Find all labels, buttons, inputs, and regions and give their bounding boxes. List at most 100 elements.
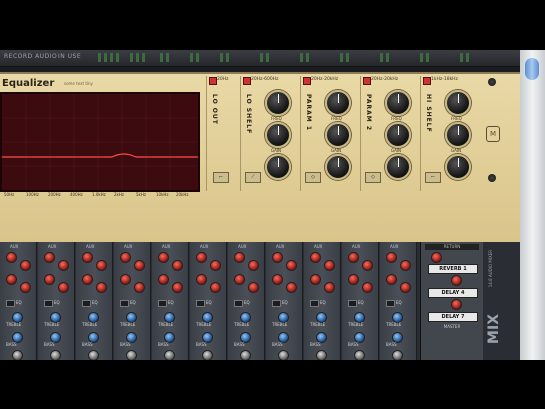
aux-send-knob[interactable] — [120, 252, 131, 263]
pan-knob[interactable] — [12, 350, 23, 360]
scrollbar-thumb[interactable] — [525, 58, 539, 80]
return-knob[interactable] — [451, 299, 462, 310]
band-enable-switch[interactable] — [303, 77, 311, 85]
pan-knob[interactable] — [278, 350, 289, 360]
vertical-scrollbar[interactable] — [520, 50, 545, 360]
band-label: LO OUT — [211, 94, 218, 125]
pan-knob[interactable] — [202, 350, 213, 360]
curve-mode-button[interactable]: ⌐ — [213, 172, 229, 183]
aux-send-knob[interactable] — [196, 252, 207, 263]
freq-knob[interactable] — [325, 90, 351, 116]
aux-send-knob[interactable] — [134, 282, 145, 293]
aux-send-knob[interactable] — [362, 260, 373, 271]
aux-send-knob[interactable] — [286, 282, 297, 293]
aux-send-knob[interactable] — [82, 252, 93, 263]
aux-send-knob[interactable] — [158, 252, 169, 263]
pan-knob[interactable] — [354, 350, 365, 360]
pan-knob[interactable] — [392, 350, 403, 360]
q-knob[interactable] — [265, 154, 291, 180]
eq-button[interactable] — [120, 300, 129, 307]
knob-label: GAIN — [391, 148, 402, 153]
q-knob[interactable] — [385, 154, 411, 180]
aux-send-knob[interactable] — [400, 260, 411, 271]
q-knob[interactable] — [445, 154, 471, 180]
eq-button[interactable] — [82, 300, 91, 307]
pan-knob[interactable] — [126, 350, 137, 360]
gain-knob[interactable] — [325, 122, 351, 148]
aux-send-knob[interactable] — [120, 274, 131, 285]
aux-send-knob[interactable] — [400, 282, 411, 293]
eq-button[interactable] — [44, 300, 53, 307]
gain-knob[interactable] — [385, 122, 411, 148]
aux-send-knob[interactable] — [6, 252, 17, 263]
aux-send-knob[interactable] — [210, 260, 221, 271]
return-knob[interactable] — [431, 252, 442, 263]
aux-send-knob[interactable] — [44, 274, 55, 285]
eq-response-graph[interactable] — [0, 92, 200, 192]
aux-send-knob[interactable] — [310, 252, 321, 263]
q-knob[interactable] — [325, 154, 351, 180]
freq-knob[interactable] — [445, 90, 471, 116]
aux-send-knob[interactable] — [362, 282, 373, 293]
gain-knob[interactable] — [445, 122, 471, 148]
aux-send-knob[interactable] — [324, 282, 335, 293]
aux-send-knob[interactable] — [158, 274, 169, 285]
aux-send-knob[interactable] — [134, 260, 145, 271]
aux-send-knob[interactable] — [310, 274, 321, 285]
pan-knob[interactable] — [88, 350, 99, 360]
freq-knob[interactable] — [385, 90, 411, 116]
eq-button[interactable] — [234, 300, 243, 307]
aux-send-knob[interactable] — [58, 260, 69, 271]
channel-strip: AUX EQ TREBLE BASS — [76, 242, 113, 360]
eq-button[interactable] — [6, 300, 15, 307]
eq-button[interactable] — [158, 300, 167, 307]
aux-send-knob[interactable] — [324, 260, 335, 271]
freq-knob[interactable] — [265, 90, 291, 116]
aux-send-knob[interactable] — [20, 260, 31, 271]
pan-knob[interactable] — [240, 350, 251, 360]
aux-send-knob[interactable] — [348, 252, 359, 263]
aux-send-knob[interactable] — [210, 282, 221, 293]
eq-button[interactable] — [348, 300, 357, 307]
band-param-1: 20Hz-20kHz PARAM 1 FREQ GAIN ◇ — [300, 76, 359, 191]
band-enable-switch[interactable] — [209, 77, 217, 85]
aux-send-knob[interactable] — [44, 252, 55, 263]
eq-button[interactable] — [310, 300, 319, 307]
curve-mode-button[interactable]: ⟋ — [245, 172, 261, 183]
eq-button[interactable] — [196, 300, 205, 307]
aux-send-knob[interactable] — [286, 260, 297, 271]
aux-send-knob[interactable] — [234, 274, 245, 285]
aux-send-knob[interactable] — [386, 274, 397, 285]
pan-knob[interactable] — [316, 350, 327, 360]
aux-send-knob[interactable] — [196, 274, 207, 285]
aux-send-knob[interactable] — [82, 274, 93, 285]
aux-send-knob[interactable] — [248, 260, 259, 271]
aux-send-knob[interactable] — [96, 282, 107, 293]
return-knob[interactable] — [451, 275, 462, 286]
eq-button[interactable] — [386, 300, 395, 307]
aux-send-knob[interactable] — [234, 252, 245, 263]
aux-send-knob[interactable] — [172, 282, 183, 293]
pan-knob[interactable] — [50, 350, 61, 360]
treble-label: TREBLE — [6, 322, 22, 327]
aux-send-knob[interactable] — [386, 252, 397, 263]
band-enable-switch[interactable] — [423, 77, 431, 85]
aux-send-knob[interactable] — [348, 274, 359, 285]
eq-button[interactable] — [272, 300, 281, 307]
aux-send-knob[interactable] — [172, 260, 183, 271]
band-enable-switch[interactable] — [243, 77, 251, 85]
curve-mode-button[interactable]: ⌐ — [425, 172, 441, 183]
curve-mode-button[interactable]: ◇ — [365, 172, 381, 183]
aux-send-knob[interactable] — [272, 274, 283, 285]
gain-knob[interactable] — [265, 122, 291, 148]
pan-knob[interactable] — [164, 350, 175, 360]
aux-send-knob[interactable] — [272, 252, 283, 263]
aux-send-knob[interactable] — [96, 260, 107, 271]
aux-send-knob[interactable] — [20, 282, 31, 293]
band-enable-switch[interactable] — [363, 77, 371, 85]
curve-mode-button[interactable]: ◇ — [305, 172, 321, 183]
aux-send-knob[interactable] — [58, 282, 69, 293]
aux-send-knob[interactable] — [248, 282, 259, 293]
led-icon — [142, 53, 145, 62]
aux-send-knob[interactable] — [6, 274, 17, 285]
